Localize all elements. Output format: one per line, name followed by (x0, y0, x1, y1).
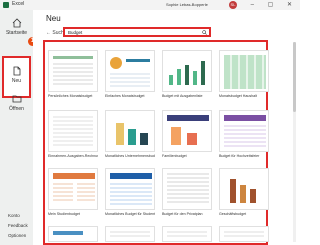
template-card[interactable]: Persönliches Monatsbudget (48, 50, 98, 98)
rail-item-home[interactable]: Startseite (0, 18, 33, 36)
template-thumbnail (48, 168, 98, 210)
template-card[interactable]: Einfaches Monatsbudget (105, 50, 155, 98)
template-card[interactable]: Familienbudget (162, 110, 212, 158)
template-thumbnail (105, 226, 155, 242)
avatar[interactable]: SL (229, 1, 237, 9)
page-title: Neu (46, 14, 61, 23)
template-card[interactable]: Monatliches Budget für Studenten (105, 168, 155, 216)
template-card[interactable]: Budget für den Privatplan (162, 168, 212, 216)
template-card[interactable]: Monatliches Unternehmensbudget (105, 110, 155, 158)
template-thumbnail (219, 168, 269, 210)
template-thumbnail (162, 168, 212, 210)
template-name: Monatliches Unternehmensbudget (105, 154, 155, 158)
template-thumbnail (219, 110, 269, 152)
rail-label-new: Neu (11, 78, 22, 84)
template-card[interactable] (162, 226, 212, 244)
template-card[interactable] (219, 226, 269, 244)
template-thumbnail (162, 50, 212, 92)
template-name: Mein Studienbudget (48, 212, 80, 216)
rail-item-new[interactable]: Neu (2, 56, 31, 98)
template-card[interactable]: Budget mit Ausgabenliste (162, 50, 212, 98)
template-thumbnail (105, 168, 155, 210)
rail-label-home: Startseite (5, 30, 28, 36)
template-thumbnail (219, 226, 269, 242)
scrollbar-thumb[interactable] (293, 42, 296, 112)
search-icon[interactable] (202, 30, 207, 35)
template-thumbnail (219, 50, 269, 92)
backstage-rail: Startseite Neu Öffnen Konto Feedback Opt… (0, 10, 33, 245)
template-thumbnail (48, 226, 98, 242)
window-controls[interactable]: – ▢ ✕ (251, 1, 298, 8)
results-scrollbar[interactable] (293, 42, 296, 242)
template-name: Budget mit Ausgabenliste (162, 94, 203, 98)
template-thumbnail (162, 110, 212, 152)
rail-item-options[interactable]: Optionen (8, 233, 26, 238)
template-name: Monatsbudget Haushalt (219, 94, 257, 98)
excel-logo-icon (3, 2, 9, 8)
rail-item-feedback[interactable]: Feedback (8, 223, 28, 228)
template-search-input[interactable]: Budget (63, 27, 211, 37)
template-card[interactable] (48, 226, 98, 244)
template-name: Familienbudget (162, 154, 187, 158)
account-name[interactable]: Sophie Lebas-Bopperle (166, 2, 226, 8)
template-name: Monatliches Budget für Studenten (105, 212, 155, 216)
new-document-icon (13, 66, 20, 76)
app-name: Excel (12, 1, 25, 7)
template-card[interactable]: Geschäftsbudget (219, 168, 269, 216)
template-card[interactable]: Budget für Hochzeitsfeier (219, 110, 269, 158)
template-thumbnail (105, 50, 155, 92)
template-name: Einfaches Monatsbudget (105, 94, 145, 98)
template-name: Budget für den Privatplan (162, 212, 203, 216)
rail-label-open: Öffnen (9, 106, 24, 112)
template-name: Persönliches Monatsbudget (48, 94, 93, 98)
rail-item-open[interactable]: Öffnen (0, 94, 33, 112)
home-icon (12, 18, 21, 28)
template-name: Einnahmen-Ausgaben-Rechnung (48, 154, 98, 158)
template-card[interactable]: Monatsbudget Haushalt (219, 50, 269, 98)
excel-window: Excel Sophie Lebas-Bopperle SL – ▢ ✕ Sta… (0, 0, 300, 245)
template-name: Budget für Hochzeitsfeier (219, 154, 260, 158)
title-bar: Excel Sophie Lebas-Bopperle SL – ▢ ✕ (0, 0, 300, 10)
template-card[interactable]: Einnahmen-Ausgaben-Rechnung (48, 110, 98, 158)
main-panel: Neu ← Suche Budget Persönliches Monatsbu… (33, 10, 300, 245)
template-name: Geschäftsbudget (219, 212, 247, 216)
template-thumbnail (105, 110, 155, 152)
search-value: Budget (68, 30, 83, 35)
template-card[interactable] (105, 226, 155, 244)
template-thumbnail (162, 226, 212, 242)
template-thumbnail (48, 50, 98, 92)
template-thumbnail (48, 110, 98, 152)
template-card[interactable]: Mein Studienbudget (48, 168, 98, 216)
folder-open-icon (12, 95, 21, 103)
rail-item-account[interactable]: Konto (8, 213, 20, 218)
